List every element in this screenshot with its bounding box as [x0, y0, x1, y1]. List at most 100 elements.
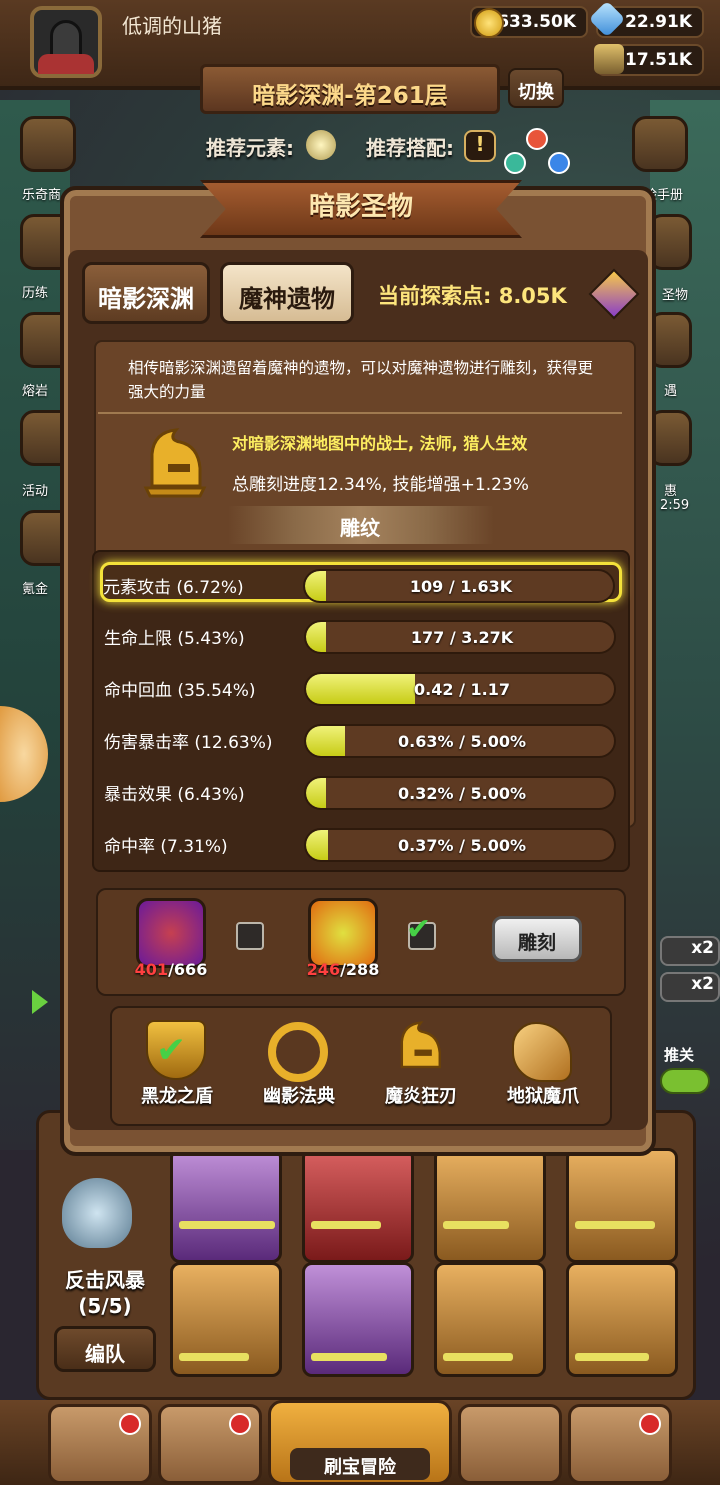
- nav-adventure-label: 刷宝冒险: [290, 1448, 430, 1480]
- helmet-icon: [143, 428, 207, 498]
- deal-timer: 2:59: [660, 498, 690, 513]
- engraving-label: 伤害暴击率 (12.63%): [104, 733, 273, 753]
- engraving-row[interactable]: 伤害暴击率 (12.63%) 0.63% / 5.00%: [104, 720, 618, 760]
- dialog-title: 暗影圣物: [308, 192, 413, 222]
- side-label-lava: 熔岩: [22, 384, 49, 399]
- play-arrow-icon[interactable]: [32, 990, 48, 1014]
- lucky-shop-button[interactable]: [20, 116, 76, 172]
- hero-card-7[interactable]: [434, 1262, 546, 1377]
- divider: [98, 412, 622, 414]
- engraving-label: 命中率 (7.31%): [104, 837, 228, 857]
- team-count: (5/5): [78, 1294, 132, 1318]
- stage-title: 暗影深渊-第261层: [252, 83, 448, 109]
- fire-element-icon: [526, 128, 548, 150]
- side-label-deal: 惠: [664, 484, 678, 499]
- material-1-checkbox[interactable]: [236, 922, 264, 950]
- switch-stage-button[interactable]: 切换: [508, 68, 564, 108]
- hero-card-8[interactable]: [566, 1262, 678, 1377]
- engraving-label: 元素攻击 (6.72%): [103, 578, 244, 598]
- hero-card-2[interactable]: [302, 1148, 414, 1263]
- engraving-row[interactable]: 命中回血 (35.54%) 0.42 / 1.17: [104, 668, 618, 708]
- engraving-row[interactable]: 暴击效果 (6.43%) 0.32% / 5.00%: [104, 772, 618, 812]
- side-label-event: 活动: [22, 484, 49, 499]
- notification-dot: [119, 1413, 141, 1435]
- wind-element-icon: [504, 152, 526, 174]
- engraving-label: 暴击效果 (6.43%): [104, 785, 245, 805]
- material-1-have: 401: [134, 960, 169, 979]
- hero-hp-bar: [179, 1353, 249, 1361]
- engraving-label: 生命上限 (5.43%): [104, 629, 245, 649]
- gold-value: 633.50K: [497, 12, 576, 32]
- hero-hp-bar: [443, 1221, 509, 1229]
- side-label-training: 历练: [22, 286, 49, 301]
- hero-card-3[interactable]: [434, 1148, 546, 1263]
- tab-demon-relic[interactable]: 魔神遗物: [220, 262, 354, 324]
- laurel-icon[interactable]: [268, 1022, 328, 1082]
- engraving-value: 0.63% / 5.00%: [398, 732, 526, 751]
- engraving-progress-bar: 177 / 3.27K: [304, 620, 616, 654]
- shoulder-icon: [38, 54, 94, 74]
- ore-icon: [594, 44, 624, 74]
- engraving-value: 0.37% / 5.00%: [398, 836, 526, 855]
- relic-description: 相传暗影深渊遗留着魔神的遗物，可以对魔神遗物进行雕刻，获得更强大的力量: [128, 359, 594, 401]
- team-name: 反击风暴: [65, 1268, 145, 1292]
- material-2-need: /288: [340, 960, 380, 979]
- adventure-handbook-button[interactable]: [632, 116, 688, 172]
- hero-card-1[interactable]: [170, 1148, 282, 1263]
- hero-hp-bar: [575, 1221, 655, 1229]
- engraving-label: 命中回血 (35.54%): [104, 681, 256, 701]
- effect-total-text: 总雕刻进度12.34%, 技能增强+1.23%: [232, 475, 529, 495]
- material-eye-icon[interactable]: [136, 898, 206, 968]
- engraving-progress-bar: 0.32% / 5.00%: [304, 776, 616, 810]
- nav-shop-button[interactable]: [48, 1404, 152, 1484]
- hero-card-5[interactable]: [170, 1262, 282, 1377]
- side-label-encounter: 遇: [664, 384, 678, 399]
- engraving-value: 177 / 3.27K: [410, 628, 514, 647]
- speed-x2-top-label: x2: [691, 938, 714, 958]
- water-element-icon: [548, 152, 570, 174]
- side-label-relic: 圣物: [662, 288, 689, 303]
- engraving-progress-bar: 109 / 1.63K: [303, 569, 615, 603]
- speed-x2-top[interactable]: x2: [660, 936, 720, 966]
- helmet-icon[interactable]: [390, 1018, 450, 1078]
- avatar[interactable]: [30, 6, 102, 78]
- engraving-row[interactable]: 元素攻击 (6.72%) 109 / 1.63K: [100, 562, 622, 603]
- material-orb-icon[interactable]: [308, 898, 378, 968]
- speed-x2-bottom[interactable]: x2: [660, 972, 720, 1002]
- engraving-row[interactable]: 命中率 (7.31%) 0.37% / 5.00%: [104, 824, 618, 864]
- material-1-need: /666: [168, 960, 208, 979]
- explore-label: 当前探索点:: [378, 284, 492, 308]
- material-2-have: 246: [306, 960, 341, 979]
- notification-dot: [229, 1413, 251, 1435]
- edit-team-button[interactable]: 编队: [54, 1326, 156, 1372]
- tab-abyss[interactable]: 暗影深渊: [82, 262, 210, 324]
- hero-hp-bar: [575, 1353, 649, 1361]
- engraving-progress-bar: 0.63% / 5.00%: [304, 724, 616, 758]
- recommend-element-label: 推荐元素:: [206, 136, 294, 160]
- hero-card-4[interactable]: [566, 1148, 678, 1263]
- player-name: 低调的山猪: [122, 14, 222, 38]
- carve-button[interactable]: 雕刻: [492, 916, 582, 962]
- ore-value: 17.51K: [625, 50, 692, 70]
- engraving-value: 109 / 1.63K: [409, 577, 513, 596]
- speed-x2-bottom-label: x2: [691, 974, 714, 994]
- engraving-progress-bar: 0.37% / 5.00%: [304, 828, 616, 862]
- side-label-premium: 氪金: [22, 582, 49, 597]
- engraving-progress-bar: 0.42 / 1.17: [304, 672, 616, 706]
- hero-hp-bar: [311, 1353, 387, 1361]
- nav-forge-button[interactable]: [568, 1404, 672, 1484]
- stage-banner: 暗影深渊-第261层: [200, 64, 500, 114]
- relic-name-3: 魔炎狂刃: [385, 1086, 457, 1107]
- warning-icon: !: [464, 130, 496, 162]
- hero-card-6[interactable]: [302, 1262, 414, 1377]
- explore-value: 8.05K: [498, 284, 567, 308]
- nav-bag-button[interactable]: [458, 1404, 562, 1484]
- side-label-shop: 乐奇商: [22, 188, 62, 203]
- engraving-row[interactable]: 生命上限 (5.43%) 177 / 3.27K: [104, 616, 618, 656]
- explore-points: 当前探索点: 8.05K: [378, 280, 567, 310]
- engraving-value: 0.32% / 5.00%: [398, 784, 526, 803]
- relic-name-2: 幽影法典: [263, 1086, 335, 1107]
- auto-push-toggle[interactable]: [660, 1068, 710, 1094]
- nav-hero-button[interactable]: [158, 1404, 262, 1484]
- engraving-value: 0.42 / 1.17: [414, 680, 510, 699]
